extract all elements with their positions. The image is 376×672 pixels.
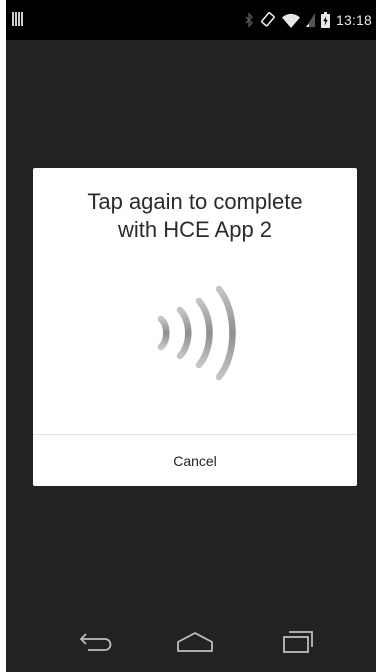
recents-icon — [283, 631, 313, 653]
dialog-title: Tap again to complete with HCE App 2 — [33, 188, 357, 244]
status-bar: 13:18 — [6, 0, 376, 40]
recents-button[interactable] — [268, 624, 328, 660]
back-button[interactable] — [66, 624, 126, 660]
cancel-button[interactable]: Cancel — [33, 435, 357, 486]
phone-screen: 13:18 Tap again to complete with HCE App… — [6, 0, 376, 672]
nfc-icon — [157, 285, 236, 381]
home-icon — [177, 632, 213, 652]
clock: 13:18 — [335, 12, 372, 28]
home-button[interactable] — [165, 624, 225, 660]
signal-icon — [305, 13, 315, 27]
bluetooth-icon — [245, 13, 253, 27]
dialog-title-line-1: Tap again to complete — [87, 189, 303, 214]
status-icons: 13:18 — [245, 10, 372, 30]
dialog-title-line-2: with HCE App 2 — [117, 217, 273, 242]
rotation-lock-icon — [260, 12, 275, 27]
navigation-bar — [6, 612, 376, 672]
battery-charging-icon — [320, 12, 330, 28]
notification-icon — [12, 12, 24, 26]
wifi-icon — [281, 13, 300, 28]
nfc-payment-dialog: Tap again to complete with HCE App 2 Can… — [33, 168, 357, 486]
back-icon — [80, 633, 112, 651]
